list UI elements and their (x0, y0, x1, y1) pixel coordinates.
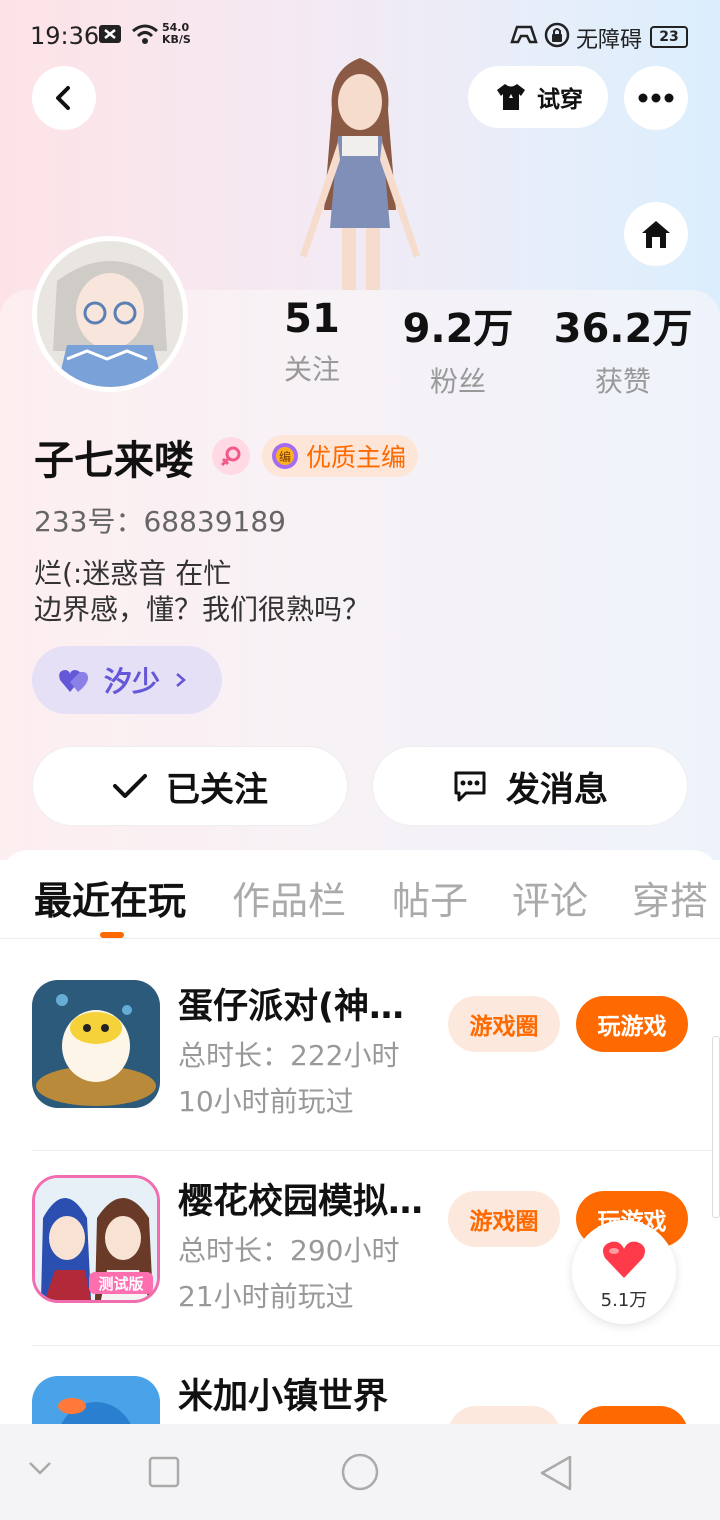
game-title: 米加小镇世界 (178, 1377, 389, 1417)
speed-unit: KB/S (162, 33, 191, 46)
system-nav-bar (0, 1424, 720, 1520)
profile-tabs: 最近在玩 作品栏 帖子 评论 穿搭 (0, 870, 720, 938)
status-time: 19:36 (30, 22, 100, 50)
avatar-3d-figure[interactable] (280, 50, 440, 300)
lock-rotation-icon (544, 22, 570, 54)
avatar[interactable] (32, 236, 188, 392)
like-count: 5.1万 (600, 1290, 648, 1311)
followed-label: 已关注 (166, 769, 268, 810)
game-last-played: 10小时前玩过 (178, 1085, 354, 1118)
stat-fans[interactable]: 9.2万 粉丝 (396, 296, 520, 400)
game-circle-button[interactable]: 游戏圈 (448, 1191, 560, 1247)
floating-like-button[interactable]: 5.1万 (572, 1220, 676, 1324)
tab-comments[interactable]: 评论 (512, 870, 588, 925)
game-circle-button[interactable] (448, 1406, 560, 1424)
followed-button[interactable]: 已关注 (32, 746, 348, 826)
tab-outfits[interactable]: 穿搭 (632, 870, 708, 925)
editor-badge-icon: 编 (272, 443, 298, 469)
profile-name: 子七来喽 (34, 438, 194, 484)
nav-recents-square-icon[interactable] (148, 1456, 180, 1492)
back-button[interactable] (32, 66, 96, 130)
user-id: 233号：68839189 (34, 505, 286, 538)
stat-fans-count: 9.2万 (402, 306, 514, 352)
game-row[interactable]: 米加小镇世界 (0, 1346, 720, 1424)
scrollbar[interactable] (712, 1036, 720, 1218)
home-button[interactable] (624, 202, 688, 266)
game-icon-eggy-party (32, 980, 160, 1108)
play-game-button[interactable]: 玩游戏 (576, 996, 688, 1052)
nav-collapse-chevron-down-icon[interactable] (28, 1460, 52, 1480)
game-icon-sakura-school: 测试版 (32, 1175, 160, 1303)
send-message-button[interactable]: 发消息 (372, 746, 688, 826)
gamepad-icon (508, 22, 540, 52)
game-title: 樱花校园模拟… (178, 1182, 424, 1222)
game-circle-button[interactable]: 游戏圈 (448, 996, 560, 1052)
accessibility-label: 无障碍 (576, 28, 643, 53)
game-icon-miga-town (32, 1376, 160, 1424)
test-version-tag: 测试版 (98, 1275, 143, 1293)
stat-following[interactable]: 51 关注 (272, 296, 352, 388)
wifi-icon (130, 22, 160, 52)
badge-label: 优质主编 (306, 443, 407, 472)
tab-works[interactable]: 作品栏 (232, 870, 346, 925)
tab-recently-played[interactable]: 最近在玩 (34, 870, 186, 925)
bio-line-2: 边界感，懂？我们很熟吗？ (34, 593, 371, 626)
cp-partner-name: 汐少 (104, 665, 161, 698)
tab-divider (0, 938, 720, 939)
more-dots-icon (638, 93, 674, 103)
game-last-played: 21小时前玩过 (178, 1280, 354, 1313)
stat-following-label: 关注 (283, 353, 340, 386)
nav-home-circle-icon[interactable] (340, 1452, 380, 1496)
chevron-right-icon (176, 673, 186, 687)
message-bubble-icon (454, 771, 486, 802)
cp-partner-chip[interactable]: 汐少 (32, 646, 222, 714)
network-speed: 54.0 KB/S (162, 22, 191, 46)
send-message-label: 发消息 (506, 769, 608, 810)
nav-back-triangle-icon[interactable] (538, 1454, 574, 1496)
more-button[interactable] (624, 66, 688, 130)
play-game-button[interactable] (576, 1406, 688, 1424)
heart-icon (603, 1241, 645, 1278)
chevron-left-icon (56, 86, 70, 110)
notification-x-icon (98, 22, 122, 52)
double-heart-icon (59, 670, 88, 692)
stat-following-count: 51 (284, 296, 340, 342)
battery-indicator: 23 (650, 26, 688, 48)
game-row[interactable]: 蛋仔派对(神… 总时长：222小时 10小时前玩过 游戏圈 玩游戏 (0, 956, 720, 1151)
game-duration: 总时长：290小时 (178, 1234, 400, 1267)
home-icon (642, 221, 670, 248)
tshirt-icon (497, 84, 525, 110)
game-duration: 总时长：222小时 (178, 1039, 400, 1072)
stat-likes[interactable]: 36.2万 获赞 (550, 296, 696, 400)
stat-fans-label: 粉丝 (429, 365, 486, 398)
stat-likes-count: 36.2万 (553, 306, 693, 352)
quality-editor-badge[interactable]: 编 优质主编 (262, 435, 419, 477)
check-icon (113, 774, 147, 798)
bio: 烂(:迷惑音 在忙 边界感，懂？我们很熟吗？ (34, 556, 370, 628)
editor-badge-char: 编 (279, 449, 291, 464)
bio-line-1: 烂(:迷惑音 在忙 (34, 557, 232, 590)
try-on-label: 试穿 (537, 87, 583, 113)
stat-likes-label: 获赞 (594, 365, 651, 398)
game-title: 蛋仔派对(神… (178, 987, 404, 1027)
female-icon (212, 437, 250, 475)
try-on-button[interactable]: 试穿 (468, 66, 608, 128)
tab-posts[interactable]: 帖子 (392, 870, 468, 925)
